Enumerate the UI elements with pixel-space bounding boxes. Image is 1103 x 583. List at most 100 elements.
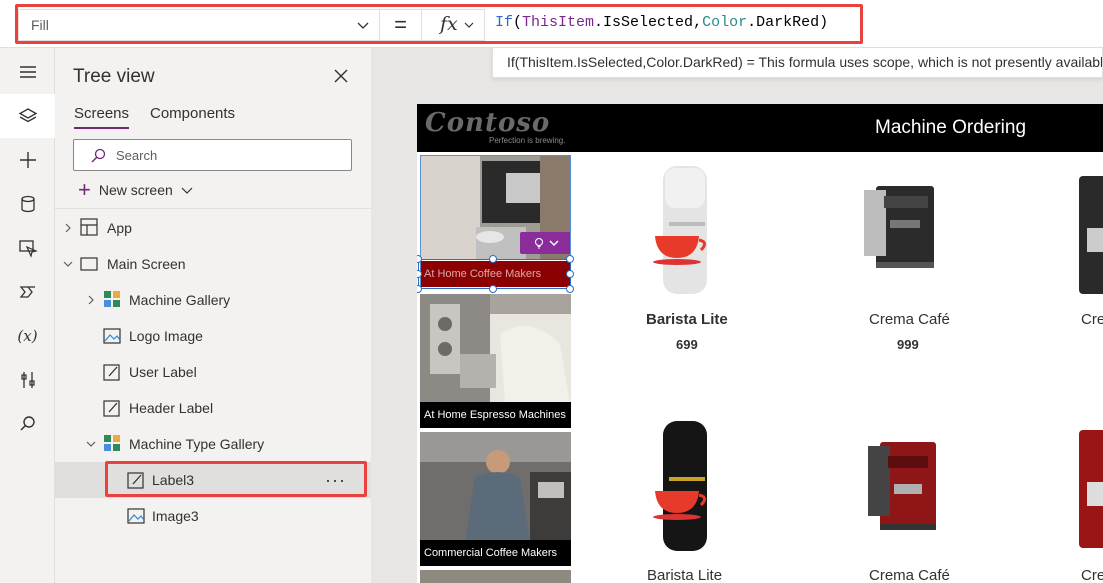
flow-icon[interactable] [0,270,55,314]
tree-node-label: Main Screen [107,256,186,272]
resize-handle[interactable] [566,255,574,263]
tree-node-header-label[interactable]: Header Label [55,390,371,426]
formula-token-paren: ( [513,14,523,31]
chevron-down-icon[interactable] [86,439,96,449]
formula-input[interactable]: If(ThisItem.IsSelected,Color.DarkRed) [485,9,1103,41]
tree-node-label: User Label [129,364,197,380]
app-header: Contoso Perfection is brewing. Machine O… [417,104,1103,152]
product-price: 999 [897,337,919,352]
product-name[interactable]: Barista Lite [646,311,728,328]
tree-node-label: Image3 [152,508,199,524]
product-image [1079,430,1103,548]
product-name[interactable]: Cre [1081,567,1103,583]
product-name[interactable]: Barista Lite [647,567,722,583]
formula-token-value: .DarkRed [747,14,820,31]
tab-components[interactable]: Components [150,105,235,122]
formula-token-property: .IsSelected, [594,14,703,31]
label-icon [103,364,120,381]
type-card[interactable] [420,570,571,583]
hamburger-icon[interactable] [0,50,55,94]
search-icon[interactable] [0,402,55,446]
search-icon [91,148,106,163]
search-placeholder: Search [116,148,158,163]
tree-node-label: App [107,220,132,236]
tree-node-app[interactable]: App [55,210,371,246]
product-image [1079,176,1103,294]
product-image [653,166,707,294]
tree-node-label: Label3 [152,472,195,488]
formula-token-identifier: ThisItem [522,14,595,31]
resize-handle[interactable] [417,285,422,293]
property-dropdown[interactable]: Fill [18,9,380,41]
close-icon[interactable] [333,68,349,84]
tree-node-image3[interactable]: Image3 [55,498,371,534]
logo-tagline: Perfection is brewing. [489,136,566,145]
formula-bar: Fill = fx If(ThisItem.IsSelected,Color.D… [0,0,1103,48]
label-icon [103,400,120,417]
new-screen-button[interactable]: + New screen [78,177,193,202]
type-label[interactable]: Commercial Coffee Makers [420,540,571,566]
chevron-down-icon[interactable] [63,259,73,269]
left-rail: (x) [0,48,55,583]
tree-view-panel: Tree view Screens Components Search + Ne… [55,48,371,583]
product-image [868,442,936,530]
tree-node-label3[interactable]: Label3 ··· [55,462,371,498]
app-icon [80,218,98,236]
tab-screens[interactable]: Screens [74,105,129,122]
image-icon [127,508,145,524]
product-name[interactable]: Crema Café [869,311,950,328]
formula-token-enum: Color [702,14,748,31]
resize-handle[interactable] [566,285,574,293]
chevron-down-icon [464,22,474,28]
tree-node-user-label[interactable]: User Label [55,354,371,390]
app-screen: Contoso Perfection is brewing. Machine O… [417,104,1103,583]
media-icon[interactable] [0,226,55,270]
formula-text: If(ThisItem.IsSelected,Color.DarkRed) [495,14,828,31]
tree-node-label: Machine Gallery [129,292,231,308]
logo-image[interactable]: Contoso [425,108,550,138]
label-icon [127,472,144,489]
tree-node-machine-type-gallery[interactable]: Machine Type Gallery [55,426,371,462]
formula-evaluation-hint: If(ThisItem.IsSelected,Color.DarkRed) = … [492,48,1103,78]
database-icon[interactable] [0,182,55,226]
gallery-icon [104,291,120,307]
product-price: 699 [676,337,698,352]
plus-icon: + [78,177,91,202]
layers-icon[interactable] [0,94,55,138]
tree-node-main-screen[interactable]: Main Screen [55,246,371,282]
type-card[interactable]: Commercial Coffee Makers [420,432,571,566]
type-photo [420,432,571,542]
tree-node-label: Header Label [129,400,214,416]
chevron-right-icon[interactable] [86,295,96,305]
property-value: Fill [31,17,49,33]
header-label[interactable]: Machine Ordering [875,117,1026,139]
type-card[interactable]: At Home Espresso Machines [420,294,571,428]
more-options-icon[interactable]: ··· [325,470,346,491]
resize-handle[interactable] [489,285,497,293]
type-photo [420,570,571,583]
variables-text: (x) [17,327,38,345]
product-name[interactable]: Crema Café [869,567,950,583]
divider [55,208,371,209]
type-label[interactable]: At Home Espresso Machines [420,402,571,428]
new-screen-label: New screen [98,182,173,198]
plus-icon[interactable] [0,138,55,182]
product-name[interactable]: Cre [1081,311,1103,328]
screen-icon [80,257,98,271]
product-image [864,186,934,268]
product-image [653,421,707,551]
image-icon [103,328,121,344]
chevron-right-icon[interactable] [63,223,73,233]
tree-node-label: Machine Type Gallery [129,436,265,452]
equals-sign: = [380,9,422,41]
tree-node-machine-gallery[interactable]: Machine Gallery [55,282,371,318]
variables-icon[interactable]: (x) [0,314,55,358]
tools-icon[interactable] [0,358,55,402]
fx-icon: fx [440,13,458,35]
tree-node-logo-image[interactable]: Logo Image [55,318,371,354]
resize-handle[interactable] [566,270,574,278]
fx-button[interactable]: fx [422,9,485,41]
resize-handle[interactable] [489,255,497,263]
search-input[interactable]: Search [73,139,352,171]
chevron-down-icon [357,22,369,29]
